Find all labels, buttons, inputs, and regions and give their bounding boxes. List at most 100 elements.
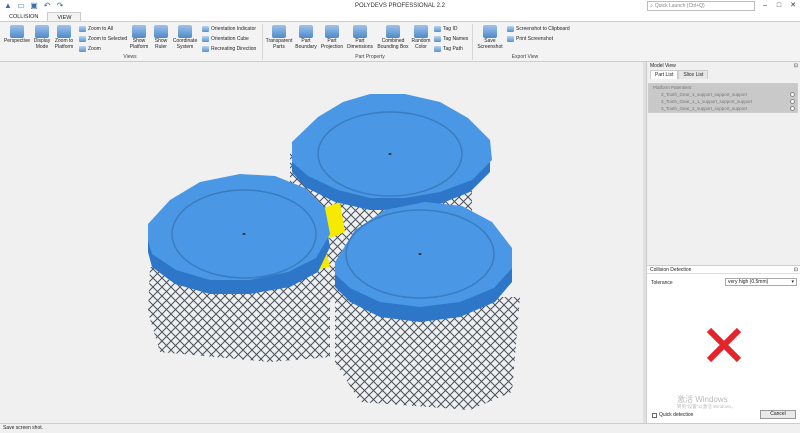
camera-icon bbox=[483, 25, 497, 38]
recreating-direction-icon bbox=[202, 46, 209, 52]
views-group-label: Views bbox=[123, 54, 137, 60]
tree-row-platform[interactable]: Platform Patentient bbox=[649, 84, 797, 91]
tree-row-part[interactable]: 3_Tooth_Gear_2_support_support_support bbox=[649, 105, 797, 112]
redo-icon[interactable]: ↷ bbox=[56, 2, 64, 10]
tree-row-part[interactable]: 3_Tooth_Gear_1_1_support_support_support bbox=[649, 98, 797, 105]
print-icon bbox=[507, 36, 514, 42]
search-icon: ⌕ bbox=[650, 3, 653, 9]
model-view-header: Model View ⊡ bbox=[650, 62, 798, 70]
random-color-button[interactable]: Random Color bbox=[410, 25, 432, 50]
screenshot-clipboard-button[interactable]: Screenshot to Clipboard bbox=[507, 26, 570, 32]
zoom-selected-button[interactable]: Zoom to Selected bbox=[79, 36, 127, 42]
export-view-group-label: Export View bbox=[511, 54, 539, 60]
open-folder-icon[interactable]: ▭ bbox=[17, 2, 25, 10]
orientation-indicator-button[interactable]: Orientation Indicator bbox=[202, 26, 256, 32]
separator bbox=[472, 24, 473, 60]
part-boundary-icon bbox=[299, 25, 313, 38]
right-panel: Model View ⊡ Part List Slice List Platfor… bbox=[646, 62, 800, 423]
tab-view[interactable]: VIEW bbox=[47, 12, 82, 21]
watermark-subtext: 转到"设置"以激活 Windows。 bbox=[677, 404, 736, 409]
part-projection-button[interactable]: Part Projection bbox=[318, 25, 346, 50]
zoom-selected-icon bbox=[79, 36, 86, 42]
visibility-icon[interactable] bbox=[790, 106, 795, 111]
part-projection-icon bbox=[325, 25, 339, 38]
print-screenshot-button[interactable]: Print Screenshot bbox=[507, 36, 553, 42]
model-view-tabs: Part List Slice List bbox=[650, 70, 800, 79]
gear-left bbox=[148, 174, 330, 294]
maximize-button[interactable]: □ bbox=[772, 0, 786, 12]
orientation-cube-icon bbox=[202, 36, 209, 42]
ribbon: Perspective Display Mode Zoom to Platfor… bbox=[0, 22, 800, 62]
tag-path-button[interactable]: Tag Path bbox=[434, 46, 463, 52]
pin-icon[interactable]: ⊡ bbox=[794, 62, 798, 70]
zoom-all-icon bbox=[79, 26, 86, 32]
status-bar: Save screen shot. bbox=[0, 423, 800, 433]
part-tree: Platform Patentient 3_Tooth_Gear_1_suppo… bbox=[648, 83, 798, 113]
transparent-parts-button[interactable]: Transparent Parts bbox=[265, 25, 293, 50]
collision-detection-panel: Collision Detection ⊡ Tolerance very high… bbox=[647, 265, 800, 423]
quick-access-toolbar: ▲ ▭ ▣ ↶ ↷ bbox=[0, 2, 140, 10]
show-platform-icon bbox=[132, 25, 146, 38]
tree-row-part[interactable]: 3_Tooth_Gear_1_support_support_support bbox=[649, 91, 797, 98]
zoom-platform-icon bbox=[57, 25, 71, 38]
tolerance-select[interactable]: very high (0.5mm) ▾ bbox=[725, 278, 797, 286]
minimize-button[interactable]: – bbox=[758, 0, 772, 12]
coordinate-system-button[interactable]: Coordinate System bbox=[171, 25, 199, 50]
zoom-all-button[interactable]: Zoom to All bbox=[79, 26, 113, 32]
part-boundary-button[interactable]: Part Boundary bbox=[294, 25, 318, 50]
cancel-button[interactable]: Cancel bbox=[760, 410, 796, 419]
search-placeholder: Quick Launch (Ctrl+Q) bbox=[654, 3, 705, 9]
zoom-button[interactable]: Zoom bbox=[79, 46, 101, 52]
perspective-icon bbox=[10, 25, 24, 38]
recreating-direction-button[interactable]: Recreating Direction bbox=[202, 46, 256, 52]
gear-scene bbox=[148, 94, 520, 410]
part-property-group-label: Part Property bbox=[355, 54, 385, 60]
show-platform-button[interactable]: Show Platform bbox=[128, 25, 150, 50]
tab-part-list[interactable]: Part List bbox=[650, 70, 679, 79]
pin-icon[interactable]: ⊡ bbox=[794, 266, 798, 273]
3d-viewport[interactable] bbox=[0, 62, 643, 423]
ruler-icon bbox=[154, 25, 168, 38]
checkbox[interactable] bbox=[652, 412, 657, 418]
tag-id-button[interactable]: Tag ID bbox=[434, 26, 457, 32]
combined-bounding-box-button[interactable]: Combined Bounding Box bbox=[376, 25, 410, 50]
clipboard-icon bbox=[507, 26, 514, 32]
tag-names-button[interactable]: Tag Names bbox=[434, 36, 468, 42]
save-screenshot-button[interactable]: Save Screenshot bbox=[476, 25, 504, 50]
collision-header: Collision Detection ⊡ bbox=[647, 266, 800, 274]
random-color-icon bbox=[414, 25, 428, 38]
app-logo-icon: ▲ bbox=[4, 1, 12, 10]
bounding-box-icon bbox=[386, 25, 400, 38]
show-ruler-button[interactable]: Show Ruler bbox=[151, 25, 171, 50]
zoom-platform-button[interactable]: Zoom to Platform bbox=[53, 25, 75, 50]
coordinate-system-icon bbox=[178, 25, 192, 38]
part-dimensions-icon bbox=[353, 25, 367, 38]
tag-icon bbox=[434, 46, 441, 52]
orientation-indicator-icon bbox=[202, 26, 209, 32]
display-mode-icon bbox=[35, 25, 49, 38]
separator bbox=[262, 24, 263, 60]
quick-launch-search[interactable]: ⌕ Quick Launch (Ctrl+Q) bbox=[647, 1, 755, 11]
undo-icon[interactable]: ↶ bbox=[43, 2, 51, 10]
tolerance-label: Tolerance bbox=[651, 280, 673, 286]
save-icon[interactable]: ▣ bbox=[30, 2, 38, 10]
chevron-down-icon: ▾ bbox=[791, 279, 794, 285]
tag-icon bbox=[434, 36, 441, 42]
gear-back bbox=[292, 94, 492, 210]
display-mode-button[interactable]: Display Mode bbox=[31, 25, 53, 50]
ribbon-tabs: COLLISION VIEW bbox=[0, 12, 800, 22]
zoom-icon bbox=[79, 46, 86, 52]
visibility-icon[interactable] bbox=[790, 92, 795, 97]
quick-detection-checkbox[interactable]: Quick detection bbox=[652, 412, 693, 418]
tag-icon bbox=[434, 26, 441, 32]
transparent-parts-icon bbox=[272, 25, 286, 38]
title-bar: ▲ ▭ ▣ ↶ ↷ POLYDEVS PROFESSIONAL 2.2 ⌕ Qui… bbox=[0, 0, 800, 12]
orientation-cube-button[interactable]: Orientation Cube bbox=[202, 36, 249, 42]
close-button[interactable]: ✕ bbox=[786, 0, 800, 12]
tab-collision[interactable]: COLLISION bbox=[0, 12, 47, 21]
visibility-icon[interactable] bbox=[790, 99, 795, 104]
tab-slice-list[interactable]: Slice List bbox=[678, 70, 709, 79]
collision-error-icon bbox=[706, 327, 742, 363]
part-dimensions-button[interactable]: Part Dimensions bbox=[346, 25, 374, 50]
perspective-button[interactable]: Perspective bbox=[4, 25, 30, 45]
